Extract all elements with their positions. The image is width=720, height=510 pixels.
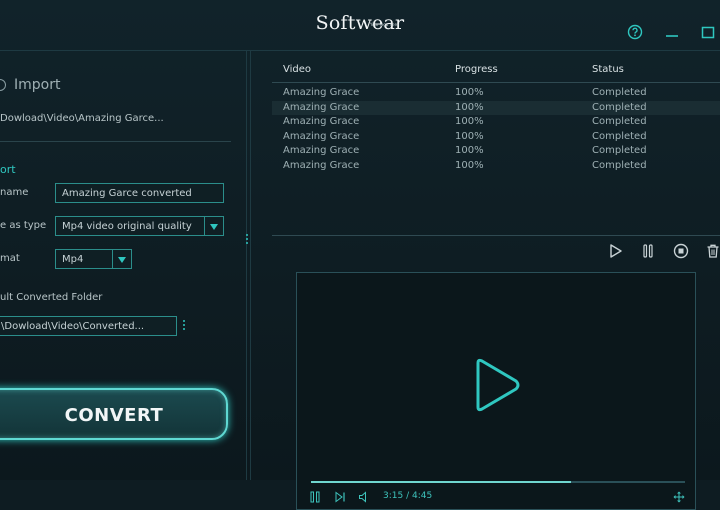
app-window: Softwear Your logo here Import Dowload\V…: [0, 0, 720, 510]
save-as-type-label: e as type: [0, 220, 47, 231]
row-progress: 100%: [455, 116, 484, 128]
minimize-icon[interactable]: [665, 24, 679, 40]
row-progress: 100%: [455, 145, 484, 157]
playback-time: 3:15 / 4:45: [383, 491, 433, 501]
play-icon[interactable]: [609, 243, 623, 259]
divider: [0, 141, 231, 142]
logo-text-initial: So: [315, 12, 341, 34]
queue-table-body: Amazing Grace 100% Completed Amazing Grace…: [272, 86, 720, 174]
row-video: Amazing Grace: [283, 101, 360, 113]
row-video: Amazing Grace: [283, 116, 360, 128]
import-path: Dowload\Video\Amazing Garce...: [0, 113, 164, 124]
export-section-title: ort: [0, 163, 16, 176]
row-status: Completed: [592, 101, 647, 113]
column-header-progress[interactable]: Progress: [455, 64, 498, 75]
next-icon[interactable]: [334, 491, 346, 503]
trash-icon[interactable]: [706, 243, 720, 259]
table-row[interactable]: Amazing Grace 100% Completed: [272, 130, 720, 145]
pause-icon[interactable]: [641, 243, 655, 259]
convert-button-label: CONVERT: [64, 405, 164, 426]
import-label[interactable]: Import: [14, 77, 60, 93]
row-status: Completed: [592, 116, 647, 128]
table-row-selected[interactable]: Amazing Grace 100% Completed: [272, 100, 720, 116]
row-video: Amazing Grace: [283, 145, 360, 157]
title-bar: Softwear Your logo here: [0, 0, 720, 51]
output-name-input[interactable]: Amazing Garce converted: [55, 183, 224, 203]
help-icon[interactable]: [627, 24, 643, 40]
row-progress: 100%: [455, 101, 484, 113]
logo: Softwear: [0, 12, 720, 34]
row-video: Amazing Grace: [283, 159, 360, 171]
convert-button[interactable]: CONVERT: [0, 388, 228, 440]
save-as-type-select[interactable]: Mp4 video original quality: [55, 216, 205, 236]
column-header-video[interactable]: Video: [283, 64, 311, 75]
row-status: Completed: [592, 130, 647, 142]
volume-icon[interactable]: [358, 491, 370, 503]
table-row[interactable]: Amazing Grace 100% Completed: [272, 115, 720, 130]
table-row[interactable]: Amazing Grace 100% Completed: [272, 159, 720, 174]
big-play-icon[interactable]: [470, 357, 522, 413]
format-label: mat: [0, 253, 20, 264]
panel-resize-handle[interactable]: [245, 234, 249, 246]
maximize-icon[interactable]: [701, 24, 715, 40]
row-progress: 100%: [455, 159, 484, 171]
player-pause-icon[interactable]: [309, 491, 321, 503]
name-label: name: [0, 187, 29, 198]
converted-folder-label: ult Converted Folder: [0, 292, 103, 303]
save-as-type-dropdown-button[interactable]: [204, 216, 224, 236]
fullscreen-icon[interactable]: [673, 491, 685, 503]
table-row[interactable]: Amazing Grace 100% Completed: [272, 144, 720, 159]
stop-icon[interactable]: [673, 243, 689, 259]
row-video: Amazing Grace: [283, 130, 360, 142]
row-status: Completed: [592, 87, 647, 98]
table-row[interactable]: Amazing Grace 100% Completed: [272, 86, 720, 101]
folder-options-kebab-icon[interactable]: [183, 320, 187, 332]
format-dropdown-button[interactable]: [112, 249, 132, 269]
seek-bar[interactable]: [311, 481, 685, 483]
row-video: Amazing Grace: [283, 87, 360, 98]
queue-table-header: Video Progress Status: [272, 64, 720, 83]
row-progress: 100%: [455, 87, 484, 98]
row-status: Completed: [592, 145, 647, 157]
panel-divider: [250, 50, 251, 480]
format-select[interactable]: Mp4: [55, 249, 113, 269]
table-divider: [272, 235, 720, 236]
column-header-status[interactable]: Status: [592, 64, 624, 75]
converted-folder-input[interactable]: \Dowload\Video\Converted...: [0, 316, 177, 336]
logo-tagline: Your logo here: [370, 22, 399, 27]
seek-bar-progress: [311, 481, 571, 483]
video-player[interactable]: 3:15 / 4:45: [296, 272, 696, 510]
queue-and-player-panel: Video Progress Status Amazing Grace 100% C…: [250, 50, 720, 510]
row-status: Completed: [592, 159, 647, 171]
row-progress: 100%: [455, 130, 484, 142]
